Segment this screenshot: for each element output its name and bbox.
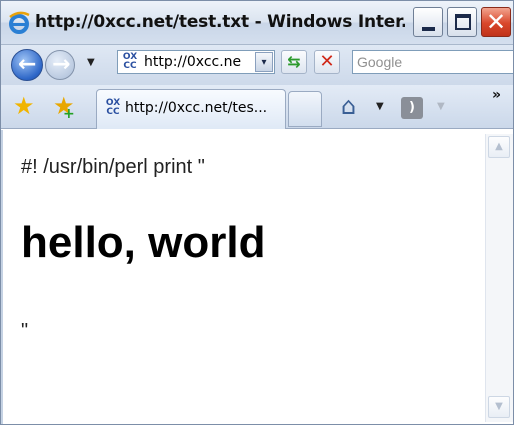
home-icon[interactable]: ⌂	[341, 94, 356, 118]
title-bar: http://0xcc.net/test.txt - Windows Inter…	[1, 1, 513, 45]
address-dropdown-button[interactable]: ▾	[255, 52, 273, 72]
tab-label: http://0xcc.net/tes...	[125, 100, 268, 116]
address-url[interactable]: http://0xcc.ne	[144, 54, 254, 70]
toolbar-overflow-chevron[interactable]: »	[492, 87, 501, 103]
content-text-line: #! /usr/bin/perl print "	[21, 156, 205, 178]
new-tab-button[interactable]	[288, 91, 322, 127]
back-button[interactable]: ←	[11, 49, 43, 81]
refresh-button[interactable]: ⇆	[281, 50, 307, 74]
minimize-button[interactable]	[413, 7, 443, 37]
forward-arrow-icon: →	[52, 52, 71, 77]
address-bar[interactable]: OX CC http://0xcc.ne ▾	[117, 50, 275, 74]
maximize-icon	[455, 14, 471, 30]
site-favicon-icon: OX CC	[122, 52, 138, 71]
maximize-button[interactable]	[447, 7, 477, 37]
star-icon[interactable]: ★	[13, 93, 35, 119]
tab-current[interactable]: OX CC http://0xcc.net/tes...	[96, 89, 286, 129]
close-button[interactable]: ✕	[481, 7, 511, 37]
home-dropdown-icon[interactable]: ▼	[376, 101, 384, 112]
rss-icon[interactable]: )	[401, 97, 423, 119]
stop-button[interactable]: ✕	[314, 50, 340, 74]
search-box[interactable]	[352, 50, 513, 74]
feeds-dropdown-icon: ▼	[437, 101, 445, 112]
ie-logo-icon	[9, 11, 30, 34]
content-heading: hello, world	[21, 218, 266, 267]
back-arrow-icon: ←	[18, 52, 37, 77]
window-title: http://0xcc.net/test.txt - Windows Inter…	[35, 12, 405, 32]
search-input[interactable]	[357, 53, 507, 71]
close-icon: ✕	[486, 8, 507, 36]
scroll-up-icon[interactable]: ▲	[488, 136, 510, 158]
add-favorite-icon[interactable]: ★ +	[53, 93, 75, 122]
vertical-scrollbar[interactable]: ▲ ▼	[485, 134, 513, 422]
content-text-line: "	[21, 320, 29, 342]
page-content: #! /usr/bin/perl print " hello, world "	[1, 130, 485, 424]
history-dropdown-icon[interactable]: ▼	[87, 57, 95, 68]
minimize-icon	[422, 27, 435, 31]
forward-button[interactable]: →	[45, 50, 75, 80]
browser-window: http://0xcc.net/test.txt - Windows Inter…	[0, 0, 514, 425]
scroll-down-icon[interactable]: ▼	[488, 396, 510, 418]
tab-favicon-icon: OX CC	[105, 98, 121, 117]
